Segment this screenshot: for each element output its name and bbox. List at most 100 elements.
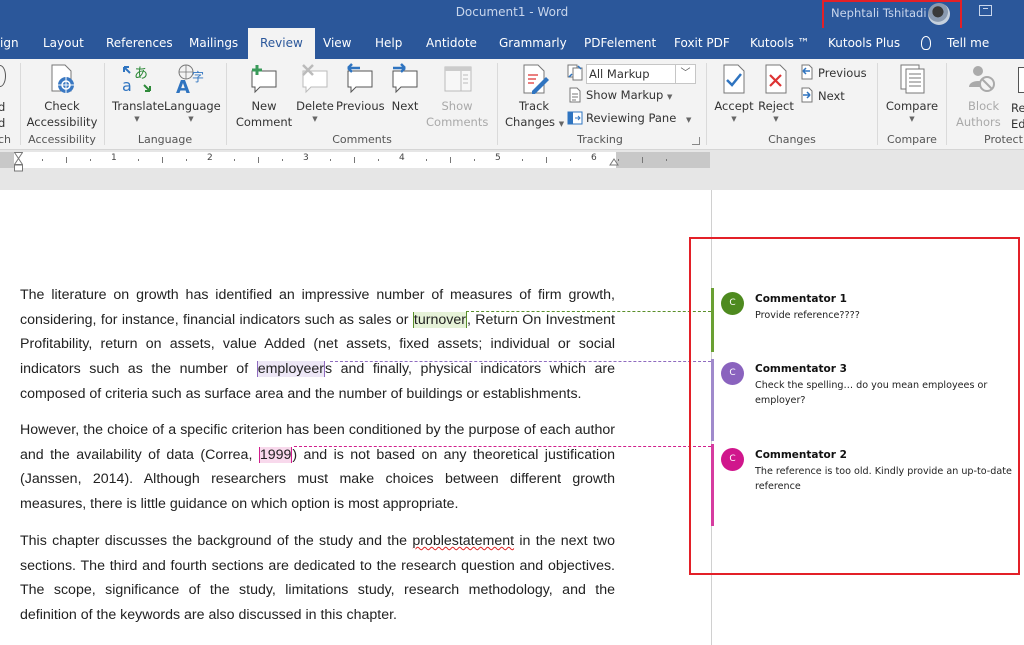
commented-text-turnover[interactable]: turnover <box>412 311 467 328</box>
ruler-tick <box>66 157 67 163</box>
tab-pdfelement[interactable]: PDFelement <box>584 28 656 59</box>
reject-button[interactable]: Reject ▼ <box>756 63 796 124</box>
commented-text-1999[interactable]: 1999 <box>258 446 293 463</box>
restrict-editing-button[interactable]: Re Ed <box>1011 100 1024 132</box>
ruler-margin-left <box>0 152 14 168</box>
tab-kutools-plus[interactable]: Kutools Plus <box>828 28 900 59</box>
chevron-down-icon: ▼ <box>134 115 140 123</box>
tracking-options-launcher-icon[interactable] <box>692 137 700 145</box>
paragraph-1[interactable]: The literature on growth has identified … <box>20 283 615 407</box>
block-authors-icon <box>969 66 995 92</box>
protect-group-label: Protect <box>984 133 1023 146</box>
next-comment-icon <box>392 63 418 94</box>
tab-layout[interactable]: Layout <box>43 28 84 59</box>
indent-marker[interactable] <box>14 152 23 172</box>
language-button[interactable]: A 字 Language ▼ <box>164 63 221 124</box>
comments-group-label: Comments <box>332 133 392 146</box>
ruler-number: 5 <box>495 153 501 163</box>
chevron-down-icon[interactable]: ﹀ <box>675 65 695 83</box>
delete-comment-icon <box>302 64 328 94</box>
tab-kutools[interactable]: Kutools ™ <box>750 28 810 59</box>
previous-comment-button[interactable]: Previous <box>336 63 385 114</box>
tab-foxit-pdf[interactable]: Foxit PDF <box>674 28 730 59</box>
previous-change-icon <box>801 64 813 80</box>
tab-mailings[interactable]: Mailings <box>189 28 238 59</box>
ruler-number: 1 <box>111 153 117 163</box>
show-markup-label: Show Markup <box>586 88 664 102</box>
accept-button[interactable]: Accept ▼ <box>712 63 756 124</box>
paragraph-3[interactable]: This chapter discusses the background of… <box>20 529 615 628</box>
text-line: The scope, significance of the study, li… <box>20 582 615 599</box>
ruler-tick <box>570 159 571 161</box>
block-authors-label-1: Block <box>968 99 1000 113</box>
tab-help[interactable]: Help <box>375 28 402 59</box>
ribbon-review: d d ch Check Accessibility Accessibility… <box>0 59 1024 150</box>
misspelled-word[interactable]: problestatement <box>412 533 514 549</box>
block-authors-button[interactable]: Block Authors <box>952 63 1014 130</box>
show-comments-label-2: Comments <box>426 115 489 129</box>
track-changes-label-1: Track <box>518 99 550 113</box>
show-markup-button[interactable]: Show Markup ▼ <box>586 87 672 105</box>
ruler-tick <box>426 159 427 161</box>
compare-button[interactable]: Compare ▼ <box>884 63 940 124</box>
comment-connector-3 <box>330 361 711 362</box>
check-accessibility-button[interactable]: Check Accessibility <box>26 63 98 130</box>
ruler-tick <box>642 157 643 163</box>
right-indent-marker[interactable] <box>609 158 619 166</box>
track-changes-label-2: Changes <box>505 115 556 129</box>
accept-label: Accept <box>714 99 754 113</box>
horizontal-ruler[interactable]: 1 2 3 4 5 6 <box>0 152 710 168</box>
partial-button[interactable]: d d <box>0 99 5 131</box>
paragraph-2[interactable]: However, the choice of a specific criter… <box>20 418 615 517</box>
tab-design[interactable]: ign <box>0 28 19 59</box>
previous-label: Previous <box>336 99 385 113</box>
display-for-review-select[interactable]: All Markup ﹀ <box>586 64 696 84</box>
tab-view[interactable]: View <box>323 28 351 59</box>
tell-me-search[interactable]: Tell me <box>947 28 989 59</box>
language-group-label: Language <box>137 133 193 146</box>
display-for-review-value: All Markup <box>589 67 650 81</box>
check-accessibility-label-2: Accessibility <box>26 115 98 129</box>
next-change-button[interactable]: Next <box>818 88 845 104</box>
translate-icon: a あ <box>122 66 151 95</box>
restrict-editing-icon <box>1018 67 1024 93</box>
reject-label: Reject <box>758 99 794 113</box>
tab-references[interactable]: References <box>106 28 173 59</box>
next-change-icon <box>801 87 813 103</box>
track-changes-button[interactable]: Track Changes ▼ <box>505 63 564 132</box>
chevron-down-icon: ▼ <box>312 115 318 123</box>
previous-change-button[interactable]: Previous <box>818 65 867 81</box>
ribbon-display-options-icon[interactable] <box>979 5 992 16</box>
ruler-number: 6 <box>591 153 597 163</box>
chevron-down-icon: ▼ <box>685 116 692 124</box>
text-run: ) and is not based on any theoretical ju… <box>292 446 615 463</box>
text-line: This chapter discusses the background of… <box>20 529 615 554</box>
user-account-highlight[interactable]: Nephtali Tshitadi <box>822 0 962 30</box>
text-line: sections. The third and fourth sections … <box>20 557 615 574</box>
user-avatar[interactable] <box>928 3 950 25</box>
tab-grammarly[interactable]: Grammarly <box>499 28 567 59</box>
text-run: indicators such as the number of <box>20 361 257 378</box>
text-line: measures, there is little guidance on wh… <box>20 496 459 513</box>
tab-antidote[interactable]: Antidote <box>426 28 477 59</box>
delete-comment-button[interactable]: Delete ▼ <box>296 63 334 124</box>
delete-label: Delete <box>296 99 334 113</box>
language-label: Language <box>164 99 221 113</box>
text-line: composed of criteria such as surface are… <box>20 385 582 402</box>
reviewing-pane-button[interactable]: Reviewing Pane ▼ <box>586 110 691 128</box>
reviewing-pane-label: Reviewing Pane <box>586 111 677 125</box>
block-authors-label-2: Authors <box>956 115 1001 129</box>
text-run: in the next two <box>514 533 615 549</box>
commented-text-employeers[interactable]: employeer <box>256 361 325 378</box>
text-line: definition of the keywords are also disc… <box>20 607 397 624</box>
translate-button[interactable]: a あ Translate ▼ <box>112 63 165 124</box>
show-comments-icon <box>444 66 472 92</box>
next-comment-button[interactable]: Next <box>388 63 422 114</box>
ruler-tick <box>378 159 379 161</box>
tab-review[interactable]: Review <box>248 28 315 59</box>
user-name[interactable]: Nephtali Tshitadi <box>831 6 927 20</box>
new-comment-button[interactable]: New Comment <box>234 63 294 130</box>
text-run: This chapter discusses the background of… <box>20 533 413 549</box>
show-comments-button[interactable]: Show Comments <box>426 63 488 130</box>
translate-label: Translate <box>112 99 165 113</box>
